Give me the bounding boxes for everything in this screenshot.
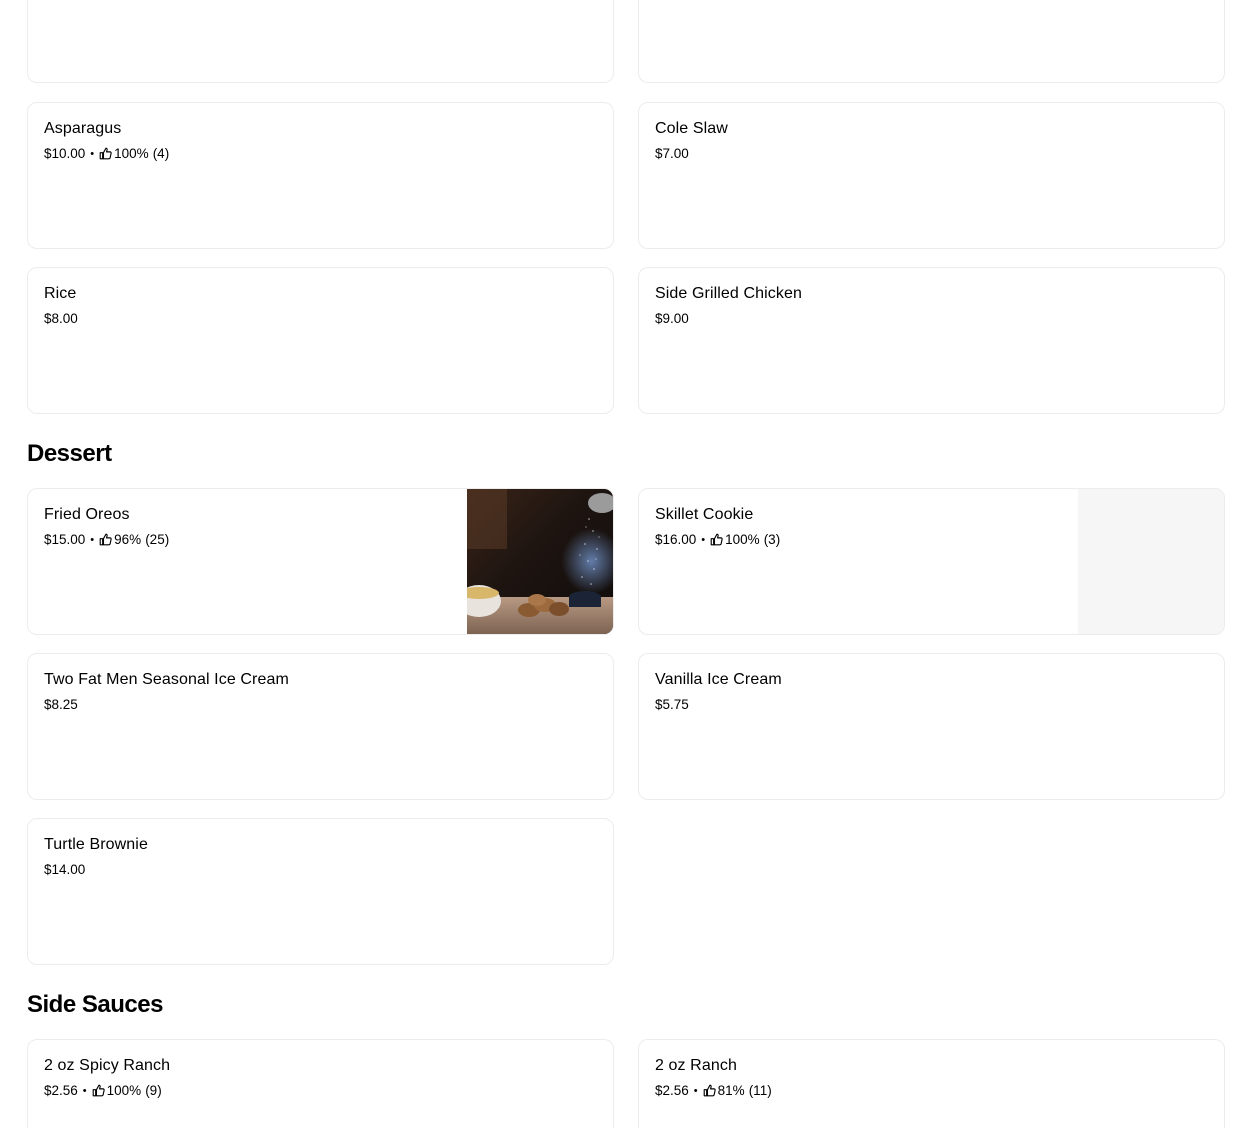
item-name: Fried Oreos xyxy=(44,506,130,523)
item-price: $16.00 xyxy=(655,532,697,547)
item-price: $15.00 xyxy=(44,532,86,547)
item-price: $9.00 xyxy=(655,311,689,326)
rating-percent: 81% xyxy=(717,1083,745,1098)
thumbs-up-icon xyxy=(710,533,723,546)
rating-percent: 100% xyxy=(114,146,149,161)
separator: • xyxy=(90,533,95,546)
menu-item-ranch[interactable]: 2 oz Ranch $2.56 • 81% (11) xyxy=(638,1039,1225,1128)
separator: • xyxy=(701,533,706,546)
menu-item-cole-slaw[interactable]: Cole Slaw $7.00 xyxy=(638,102,1225,249)
item-meta: $15.00 • 96% (25) xyxy=(44,532,169,547)
item-name: Cole Slaw xyxy=(655,120,728,137)
rating-percent: 100% xyxy=(725,532,760,547)
thumbs-up-icon xyxy=(92,1084,105,1097)
item-name: 2 oz Ranch xyxy=(655,1057,737,1074)
rating-percent: 96% xyxy=(114,532,142,547)
item-price: $14.00 xyxy=(44,862,86,877)
rating-count: (4) xyxy=(152,146,170,161)
item-price: $8.00 xyxy=(44,311,78,326)
menu-item-skillet-cookie[interactable]: Skillet Cookie $16.00 • 100% (3) xyxy=(638,488,1225,635)
item-name: Asparagus xyxy=(44,120,122,137)
menu-item-side-grilled-chicken[interactable]: Side Grilled Chicken $9.00 xyxy=(638,267,1225,414)
item-meta: $16.00 • 100% (3) xyxy=(655,532,780,547)
menu-item-card-partial[interactable] xyxy=(27,0,614,83)
item-price: $8.25 xyxy=(44,697,78,712)
item-price: $7.00 xyxy=(655,146,689,161)
item-meta: $2.56 • 81% (11) xyxy=(655,1083,772,1098)
item-price: $2.56 xyxy=(655,1083,689,1098)
menu-item-turtle-brownie[interactable]: Turtle Brownie $14.00 xyxy=(27,818,614,965)
item-name: Side Grilled Chicken xyxy=(655,285,802,302)
item-meta: $14.00 xyxy=(44,862,85,877)
item-name: Two Fat Men Seasonal Ice Cream xyxy=(44,671,289,688)
rating-count: (3) xyxy=(763,532,781,547)
menu-item-spicy-ranch[interactable]: 2 oz Spicy Ranch $2.56 • 100% (9) xyxy=(27,1039,614,1128)
item-name: Rice xyxy=(44,285,77,302)
rating-count: (9) xyxy=(145,1083,162,1098)
rating-percent: 100% xyxy=(106,1083,142,1098)
separator: • xyxy=(693,1084,698,1097)
item-price: $10.00 xyxy=(44,146,86,161)
item-meta: $10.00 • 100% (4) xyxy=(44,146,169,161)
menu-item-vanilla-ice-cream[interactable]: Vanilla Ice Cream $5.75 xyxy=(638,653,1225,800)
item-meta: $7.00 xyxy=(655,146,689,161)
item-meta: $8.00 xyxy=(44,311,78,326)
item-meta: $9.00 xyxy=(655,311,689,326)
menu-item-two-fat-men-ice-cream[interactable]: Two Fat Men Seasonal Ice Cream $8.25 xyxy=(27,653,614,800)
menu-item-rice[interactable]: Rice $8.00 xyxy=(27,267,614,414)
section-title-dessert: Dessert xyxy=(27,440,112,467)
item-name: 2 oz Spicy Ranch xyxy=(44,1057,171,1074)
thumbs-up-icon xyxy=(99,147,112,160)
item-name: Skillet Cookie xyxy=(655,506,754,523)
item-name: Turtle Brownie xyxy=(44,836,148,853)
item-meta: $2.56 • 100% (9) xyxy=(44,1083,162,1098)
menu-item-asparagus[interactable]: Asparagus $10.00 • 100% (4) xyxy=(27,102,614,249)
item-price: $5.75 xyxy=(655,697,689,712)
separator: • xyxy=(90,147,95,160)
item-meta: $8.25 xyxy=(44,697,78,712)
food-photo xyxy=(457,489,613,634)
item-meta: $5.75 xyxy=(655,697,689,712)
thumbs-up-icon xyxy=(703,1084,716,1097)
menu-item-fried-oreos[interactable]: Fried Oreos $15.00 • 96% (25) xyxy=(27,488,614,635)
fried-oreos-photo xyxy=(457,489,613,634)
item-price: $2.56 xyxy=(44,1083,78,1098)
separator: • xyxy=(82,1084,87,1097)
section-title-side-sauces: Side Sauces xyxy=(27,991,163,1018)
item-name: Vanilla Ice Cream xyxy=(655,671,782,688)
image-placeholder xyxy=(1078,489,1224,634)
thumbs-up-icon xyxy=(99,533,112,546)
rating-count: (11) xyxy=(748,1083,772,1098)
menu-item-card-partial[interactable] xyxy=(638,0,1225,83)
rating-count: (25) xyxy=(145,532,170,547)
